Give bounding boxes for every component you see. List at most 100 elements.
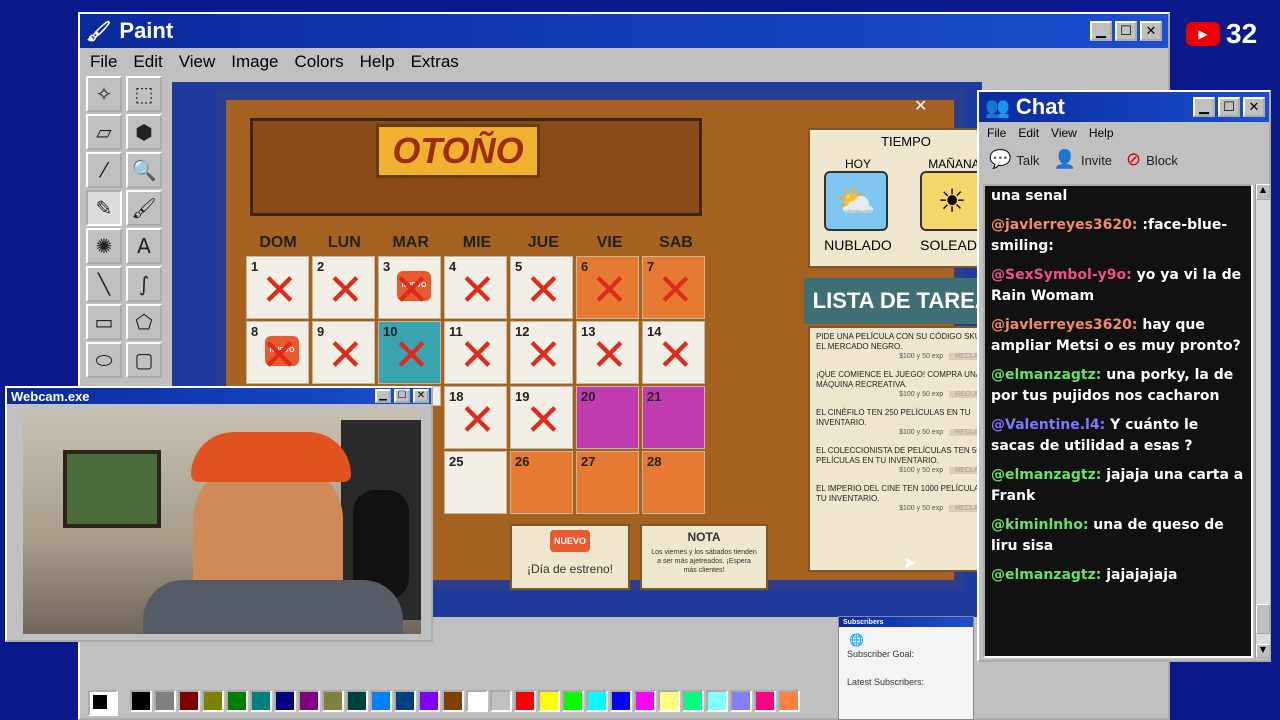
fill-icon[interactable]: ⬢ bbox=[126, 114, 162, 150]
brush-icon[interactable]: 🖌 bbox=[126, 190, 162, 226]
scroll-down-icon[interactable]: ▼ bbox=[1256, 644, 1270, 658]
palette-color-swatch[interactable] bbox=[346, 690, 368, 712]
chat-menu-file[interactable]: File bbox=[987, 126, 1006, 140]
chat-username[interactable]: @kiminlnho: bbox=[991, 517, 1088, 533]
calendar-day[interactable]: 20 bbox=[576, 386, 639, 449]
chat-menu-view[interactable]: View bbox=[1051, 126, 1077, 140]
chat-maximize-button[interactable]: ☐ bbox=[1218, 97, 1240, 117]
palette-color-swatch[interactable] bbox=[418, 690, 440, 712]
calendar-day[interactable]: 26 bbox=[510, 451, 573, 514]
chat-username[interactable]: @Valentine.l4: bbox=[991, 417, 1105, 433]
palette-color-swatch[interactable] bbox=[682, 690, 704, 712]
calendar-day[interactable]: 1 ✕ bbox=[246, 256, 309, 319]
calendar-day[interactable]: 13 ✕ bbox=[576, 321, 639, 384]
webcam-minimize-button[interactable]: ▁ bbox=[375, 389, 391, 403]
calendar-day[interactable]: 4 ✕ bbox=[444, 256, 507, 319]
calendar-day[interactable]: 9 ✕ bbox=[312, 321, 375, 384]
chat-username[interactable]: @javlerreyes3620: bbox=[991, 317, 1138, 333]
calendar-day[interactable]: 25 bbox=[444, 451, 507, 514]
chat-titlebar[interactable]: 👥 Chat ▁ ☐ ✕ bbox=[979, 92, 1269, 122]
chat-menu-edit[interactable]: Edit bbox=[1018, 126, 1039, 140]
palette-color-swatch[interactable] bbox=[490, 690, 512, 712]
rectangle-icon[interactable]: ▭ bbox=[86, 304, 122, 340]
palette-color-swatch[interactable] bbox=[394, 690, 416, 712]
calendar-day[interactable]: 12 ✕ bbox=[510, 321, 573, 384]
palette-color-swatch[interactable] bbox=[562, 690, 584, 712]
palette-color-swatch[interactable] bbox=[130, 690, 152, 712]
palette-color-swatch[interactable] bbox=[370, 690, 392, 712]
rect-select-icon[interactable]: ⬚ bbox=[126, 76, 162, 112]
calendar-day[interactable]: 10 ✕ bbox=[378, 321, 441, 384]
webcam-titlebar[interactable]: Webcam.exe ▁ ☐ ✕ bbox=[7, 388, 431, 404]
palette-color-swatch[interactable] bbox=[274, 690, 296, 712]
calendar-day[interactable]: 5 ✕ bbox=[510, 256, 573, 319]
palette-color-swatch[interactable] bbox=[466, 690, 488, 712]
palette-color-swatch[interactable] bbox=[154, 690, 176, 712]
chat-close-button[interactable]: ✕ bbox=[1243, 97, 1265, 117]
calendar-day[interactable]: 7 ✕ bbox=[642, 256, 705, 319]
menu-extras[interactable]: Extras bbox=[411, 52, 459, 72]
talk-button[interactable]: 💬 Talk bbox=[989, 149, 1040, 170]
menu-image[interactable]: Image bbox=[231, 52, 278, 72]
free-select-icon[interactable]: ✧ bbox=[86, 76, 122, 112]
magnifier-icon[interactable]: 🔍 bbox=[126, 152, 162, 188]
chat-log[interactable]: una senal @javlerreyes3620: :face-blue-sm… bbox=[983, 184, 1253, 658]
palette-color-swatch[interactable] bbox=[586, 690, 608, 712]
menu-file[interactable]: File bbox=[90, 52, 117, 72]
minimize-button[interactable]: ▁ bbox=[1090, 21, 1112, 41]
close-button[interactable]: ✕ bbox=[1140, 21, 1162, 41]
board-close-icon[interactable]: ✕ bbox=[914, 96, 927, 115]
palette-color-swatch[interactable] bbox=[658, 690, 680, 712]
chat-scrollbar[interactable]: ▲ ▼ bbox=[1255, 184, 1270, 658]
ellipse-icon[interactable]: ⬭ bbox=[86, 342, 122, 378]
calendar-day[interactable]: 21 bbox=[642, 386, 705, 449]
chat-username[interactable]: @elmanzagtz: bbox=[991, 467, 1101, 483]
chat-username[interactable]: @elmanzagtz: bbox=[991, 367, 1101, 383]
chat-username[interactable]: @javlerreyes3620: bbox=[991, 217, 1138, 233]
menu-help[interactable]: Help bbox=[360, 52, 395, 72]
palette-color-swatch[interactable] bbox=[298, 690, 320, 712]
calendar-day[interactable]: 6 ✕ bbox=[576, 256, 639, 319]
calendar-day[interactable]: 2 ✕ bbox=[312, 256, 375, 319]
calendar-day[interactable]: 11 ✕ bbox=[444, 321, 507, 384]
calendar-day[interactable]: 18 ✕ bbox=[444, 386, 507, 449]
webcam-close-button[interactable]: ✕ bbox=[413, 389, 429, 403]
palette-color-swatch[interactable] bbox=[250, 690, 272, 712]
palette-color-swatch[interactable] bbox=[226, 690, 248, 712]
menu-view[interactable]: View bbox=[179, 52, 216, 72]
chat-username[interactable]: @SexSymbol-y9o: bbox=[991, 267, 1132, 283]
palette-color-swatch[interactable] bbox=[322, 690, 344, 712]
calendar-day[interactable]: 3 NUEVO ✕ bbox=[378, 256, 441, 319]
calendar-day[interactable]: 28 bbox=[642, 451, 705, 514]
paint-titlebar[interactable]: 🖌 Paint ▁ ☐ ✕ bbox=[80, 14, 1168, 48]
menu-colors[interactable]: Colors bbox=[295, 52, 344, 72]
airbrush-icon[interactable]: ✺ bbox=[86, 228, 122, 264]
palette-color-swatch[interactable] bbox=[610, 690, 632, 712]
calendar-day[interactable]: 27 bbox=[576, 451, 639, 514]
webcam-maximize-button[interactable]: ☐ bbox=[394, 389, 410, 403]
eyedropper-icon[interactable]: ⁄ bbox=[86, 152, 122, 188]
palette-color-swatch[interactable] bbox=[706, 690, 728, 712]
rounded-rect-icon[interactable]: ▢ bbox=[126, 342, 162, 378]
palette-color-swatch[interactable] bbox=[754, 690, 776, 712]
scroll-thumb[interactable] bbox=[1256, 604, 1270, 634]
palette-color-swatch[interactable] bbox=[178, 690, 200, 712]
palette-color-swatch[interactable] bbox=[634, 690, 656, 712]
curve-icon[interactable]: ∫ bbox=[126, 266, 162, 302]
calendar-day[interactable]: 14 ✕ bbox=[642, 321, 705, 384]
palette-color-swatch[interactable] bbox=[730, 690, 752, 712]
menu-edit[interactable]: Edit bbox=[133, 52, 162, 72]
invite-button[interactable]: 👤 Invite bbox=[1054, 149, 1113, 170]
palette-color-swatch[interactable] bbox=[514, 690, 536, 712]
calendar-day[interactable]: 19 ✕ bbox=[510, 386, 573, 449]
block-button[interactable]: ⊘ Block bbox=[1126, 149, 1178, 170]
palette-color-swatch[interactable] bbox=[538, 690, 560, 712]
calendar-day[interactable]: 8 NUEVO ✕ bbox=[246, 321, 309, 384]
chat-username[interactable]: @elmanzagtz: bbox=[991, 567, 1101, 583]
maximize-button[interactable]: ☐ bbox=[1115, 21, 1137, 41]
palette-color-swatch[interactable] bbox=[778, 690, 800, 712]
eraser-icon[interactable]: ▱ bbox=[86, 114, 122, 150]
line-icon[interactable]: ╲ bbox=[86, 266, 122, 302]
text-icon[interactable]: A bbox=[126, 228, 162, 264]
scroll-up-icon[interactable]: ▲ bbox=[1256, 184, 1270, 200]
